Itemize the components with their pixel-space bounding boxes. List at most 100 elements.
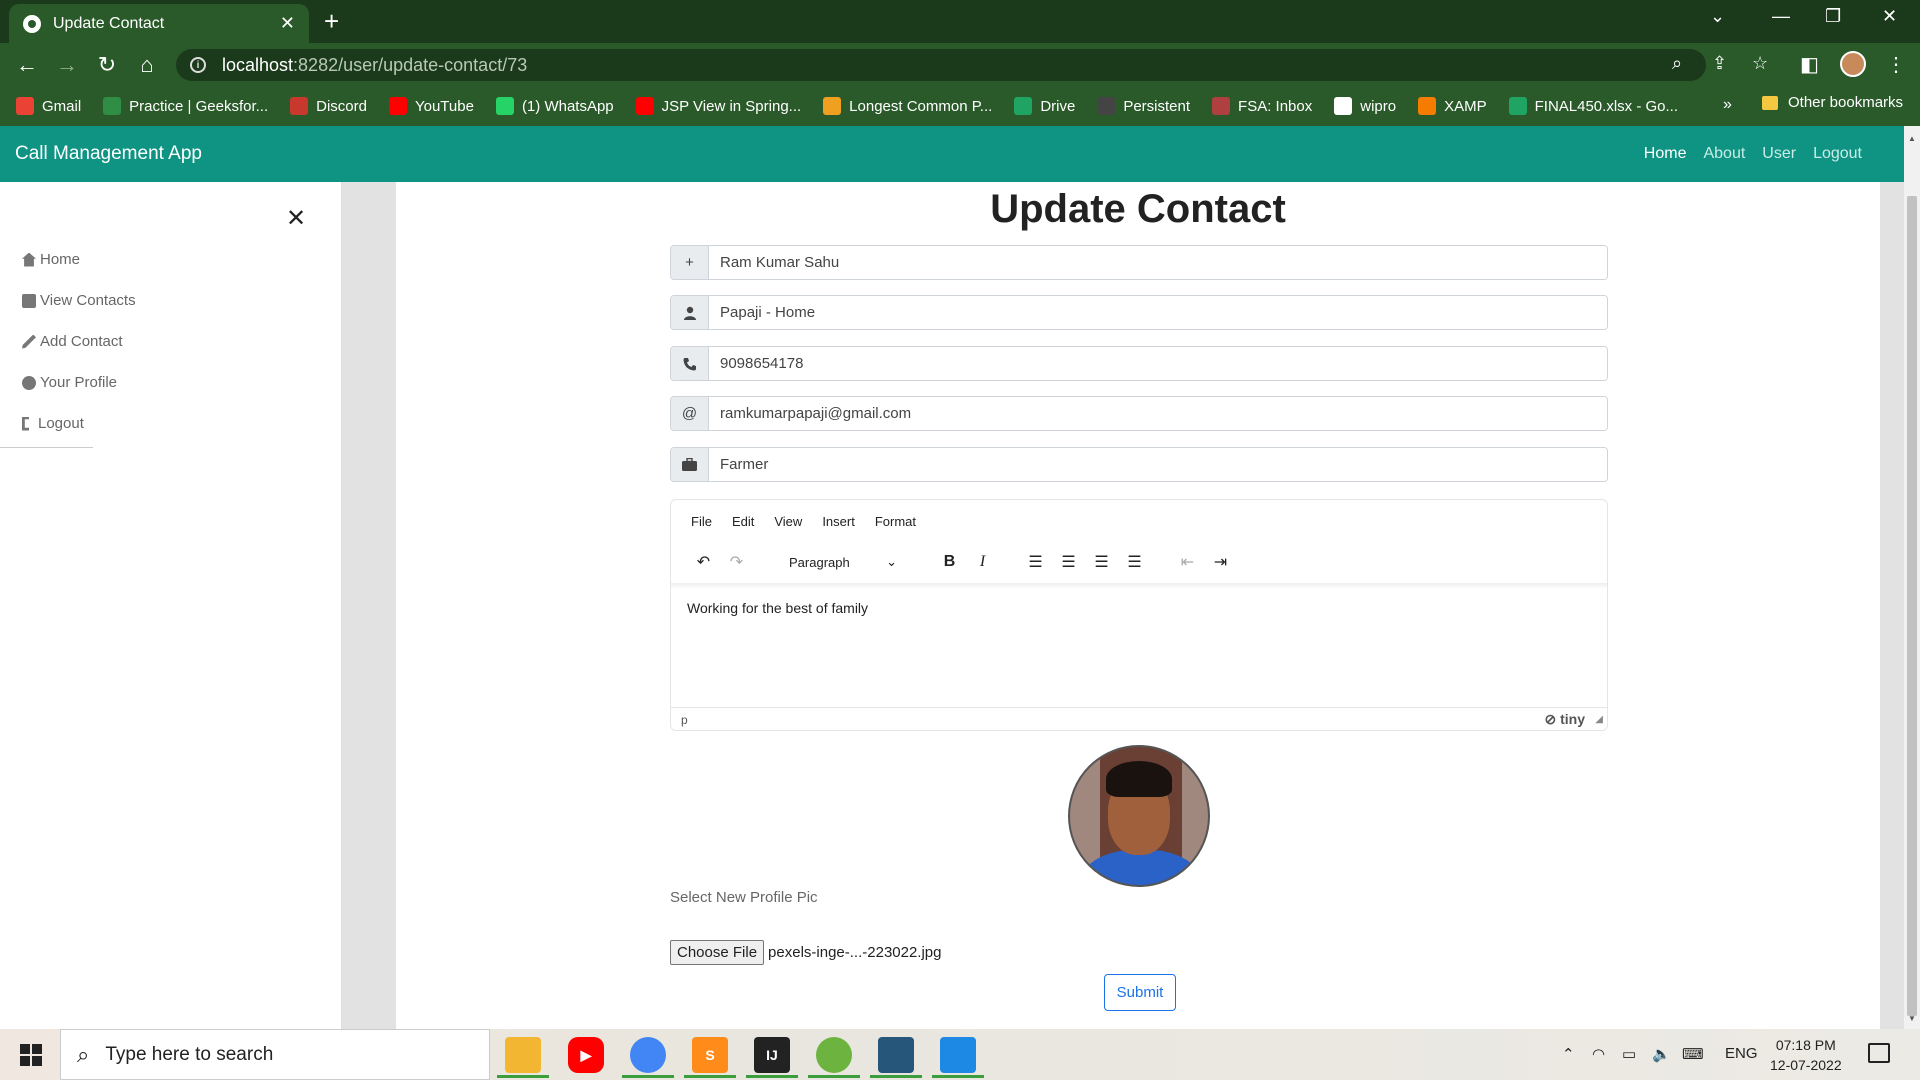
volume-icon[interactable]: 🔈 xyxy=(1652,1045,1671,1063)
back-icon[interactable]: ← xyxy=(14,52,40,78)
page-scrollbar[interactable]: ▲ ▼ xyxy=(1904,126,1920,1029)
align-left-icon[interactable]: ☰ xyxy=(1019,552,1052,572)
nav-user[interactable]: User xyxy=(1762,145,1796,163)
tray-chevron-up-icon[interactable]: ⌃ xyxy=(1562,1045,1575,1063)
language-indicator[interactable]: ENG xyxy=(1725,1045,1758,1062)
taskbar-search-input[interactable]: ⌕ Type here to search xyxy=(60,1029,490,1080)
bookmark-item[interactable]: XAMP xyxy=(1418,97,1487,115)
app-running-indicator xyxy=(808,1075,860,1078)
app-brand[interactable]: Call Management App xyxy=(15,143,202,165)
sidebar-item-your-profile[interactable]: Your Profile xyxy=(22,362,136,403)
align-center-icon[interactable]: ☰ xyxy=(1052,552,1085,572)
resize-handle-icon[interactable]: ◢ xyxy=(1595,714,1603,725)
battery-icon[interactable]: ▭ xyxy=(1622,1045,1636,1063)
file-input[interactable]: Choose File pexels-inge-...-223022.jpg xyxy=(670,940,942,965)
editor-menu-file[interactable]: File xyxy=(691,514,712,529)
keyboard-icon[interactable]: ⌨ xyxy=(1682,1045,1704,1063)
tab-search-icon[interactable]: ⌄ xyxy=(1710,6,1725,27)
photos-app-icon[interactable] xyxy=(932,1037,984,1078)
url-input[interactable]: i localhost:8282/user/update-contact/73 xyxy=(176,49,1706,81)
redo-icon[interactable]: ↷ xyxy=(720,552,753,572)
bookmark-star-icon[interactable]: ☆ xyxy=(1752,53,1768,74)
share-icon[interactable]: ⇪ xyxy=(1712,53,1727,74)
bookmark-item[interactable]: Discord xyxy=(290,97,367,115)
submit-button[interactable]: Submit xyxy=(1104,974,1176,1011)
block-format-select[interactable]: Paragraph ⌄ xyxy=(783,550,903,574)
nickname-input[interactable] xyxy=(709,296,1607,329)
minimize-icon[interactable]: — xyxy=(1772,6,1790,27)
editor-element-path[interactable]: p xyxy=(681,713,688,727)
bold-icon[interactable]: B xyxy=(933,553,966,571)
tiny-logo[interactable]: ⊘ tiny xyxy=(1544,711,1585,728)
spring-tool-suite-icon[interactable] xyxy=(808,1037,860,1078)
nav-about[interactable]: About xyxy=(1703,145,1745,163)
align-right-icon[interactable]: ☰ xyxy=(1085,552,1118,572)
sidebar-close-icon[interactable]: ✕ xyxy=(286,204,306,233)
bookmark-item[interactable]: JSP View in Spring... xyxy=(635,97,801,115)
nav-logout[interactable]: Logout xyxy=(1813,145,1862,163)
editor-toolbar-shadow xyxy=(671,583,1607,589)
bookmark-item[interactable]: wipro xyxy=(1334,97,1396,115)
bookmark-item[interactable]: Longest Common P... xyxy=(823,97,992,115)
main-content: Update Contact + @ File Edit View Insert… xyxy=(396,182,1880,1029)
zoom-icon[interactable]: ⌕ xyxy=(1672,53,1682,74)
tab-close-icon[interactable]: ✕ xyxy=(280,13,295,34)
bookmark-item[interactable]: Practice | Geeksfor... xyxy=(103,97,268,115)
browser-menu-icon[interactable]: ⋮ xyxy=(1886,52,1906,77)
sublime-text-icon[interactable]: S xyxy=(684,1037,736,1078)
sidebar-item-view-contacts[interactable]: View Contacts xyxy=(22,280,136,321)
choose-file-button[interactable]: Choose File xyxy=(670,940,765,965)
youtube-app-icon[interactable]: ▶ xyxy=(568,1037,604,1073)
browser-profile-avatar[interactable] xyxy=(1840,51,1866,77)
outdent-icon[interactable]: ⇤ xyxy=(1171,552,1204,572)
home-icon[interactable]: ⌂ xyxy=(134,52,160,78)
sidebar-item-add-contact[interactable]: Add Contact xyxy=(22,321,136,362)
scrollbar-thumb[interactable] xyxy=(1907,196,1917,1016)
align-justify-icon[interactable]: ☰ xyxy=(1118,552,1151,572)
mysql-workbench-icon[interactable] xyxy=(870,1037,922,1078)
scroll-down-icon[interactable]: ▼ xyxy=(1908,1014,1916,1023)
editor-menu-view[interactable]: View xyxy=(774,514,802,529)
nav-home[interactable]: Home xyxy=(1644,145,1687,163)
restore-icon[interactable]: ❐ xyxy=(1825,6,1841,27)
more-bookmarks-icon[interactable]: » xyxy=(1723,96,1732,114)
chrome-icon[interactable] xyxy=(622,1037,674,1078)
indent-icon[interactable]: ⇥ xyxy=(1204,552,1237,572)
other-bookmarks[interactable]: Other bookmarks xyxy=(1762,94,1903,111)
phone-input[interactable] xyxy=(709,347,1607,380)
file-explorer-icon[interactable] xyxy=(497,1037,549,1078)
editor-menu-edit[interactable]: Edit xyxy=(732,514,754,529)
chevron-down-icon: ⌄ xyxy=(886,554,897,569)
bookmark-item[interactable]: FINAL450.xlsx - Go... xyxy=(1508,97,1678,115)
editor-menu-insert[interactable]: Insert xyxy=(822,514,855,529)
bookmark-item[interactable]: Persistent xyxy=(1097,97,1190,115)
browser-tab[interactable]: Update Contact ✕ xyxy=(9,4,309,43)
bookmark-item[interactable]: Gmail xyxy=(16,97,81,115)
windows-start-icon[interactable] xyxy=(20,1044,42,1066)
bookmark-item[interactable]: FSA: Inbox xyxy=(1212,97,1312,115)
sidebar-item-home[interactable]: Home xyxy=(22,239,136,280)
new-tab-icon[interactable]: + xyxy=(324,6,339,37)
reload-icon[interactable]: ↻ xyxy=(94,52,120,78)
wifi-icon[interactable]: ◠ xyxy=(1592,1045,1605,1063)
site-info-icon[interactable]: i xyxy=(190,57,206,73)
content-gutter-right xyxy=(1880,182,1904,1029)
scroll-up-icon[interactable]: ▲ xyxy=(1908,134,1916,143)
window-close-icon[interactable]: ✕ xyxy=(1882,6,1897,27)
italic-icon[interactable]: I xyxy=(966,553,999,571)
editor-menu-format[interactable]: Format xyxy=(875,514,916,529)
editor-content[interactable]: Working for the best of family xyxy=(687,600,868,616)
bookmark-item[interactable]: YouTube xyxy=(388,97,474,115)
forward-icon[interactable]: → xyxy=(54,52,80,78)
email-input[interactable] xyxy=(709,397,1607,430)
sidebar-item-logout[interactable]: Logout xyxy=(22,403,136,444)
undo-icon[interactable]: ↶ xyxy=(687,552,720,572)
bookmark-item[interactable]: Drive xyxy=(1014,97,1075,115)
system-clock[interactable]: 07:18 PM 12-07-2022 xyxy=(1770,1035,1842,1075)
side-panel-icon[interactable]: ◧ xyxy=(1800,52,1819,77)
notification-center-icon[interactable] xyxy=(1868,1043,1890,1063)
bookmark-item[interactable]: (1) WhatsApp xyxy=(495,97,614,115)
name-input[interactable] xyxy=(709,246,1607,279)
work-input[interactable] xyxy=(709,448,1607,481)
intellij-icon[interactable]: IJ xyxy=(746,1037,798,1078)
